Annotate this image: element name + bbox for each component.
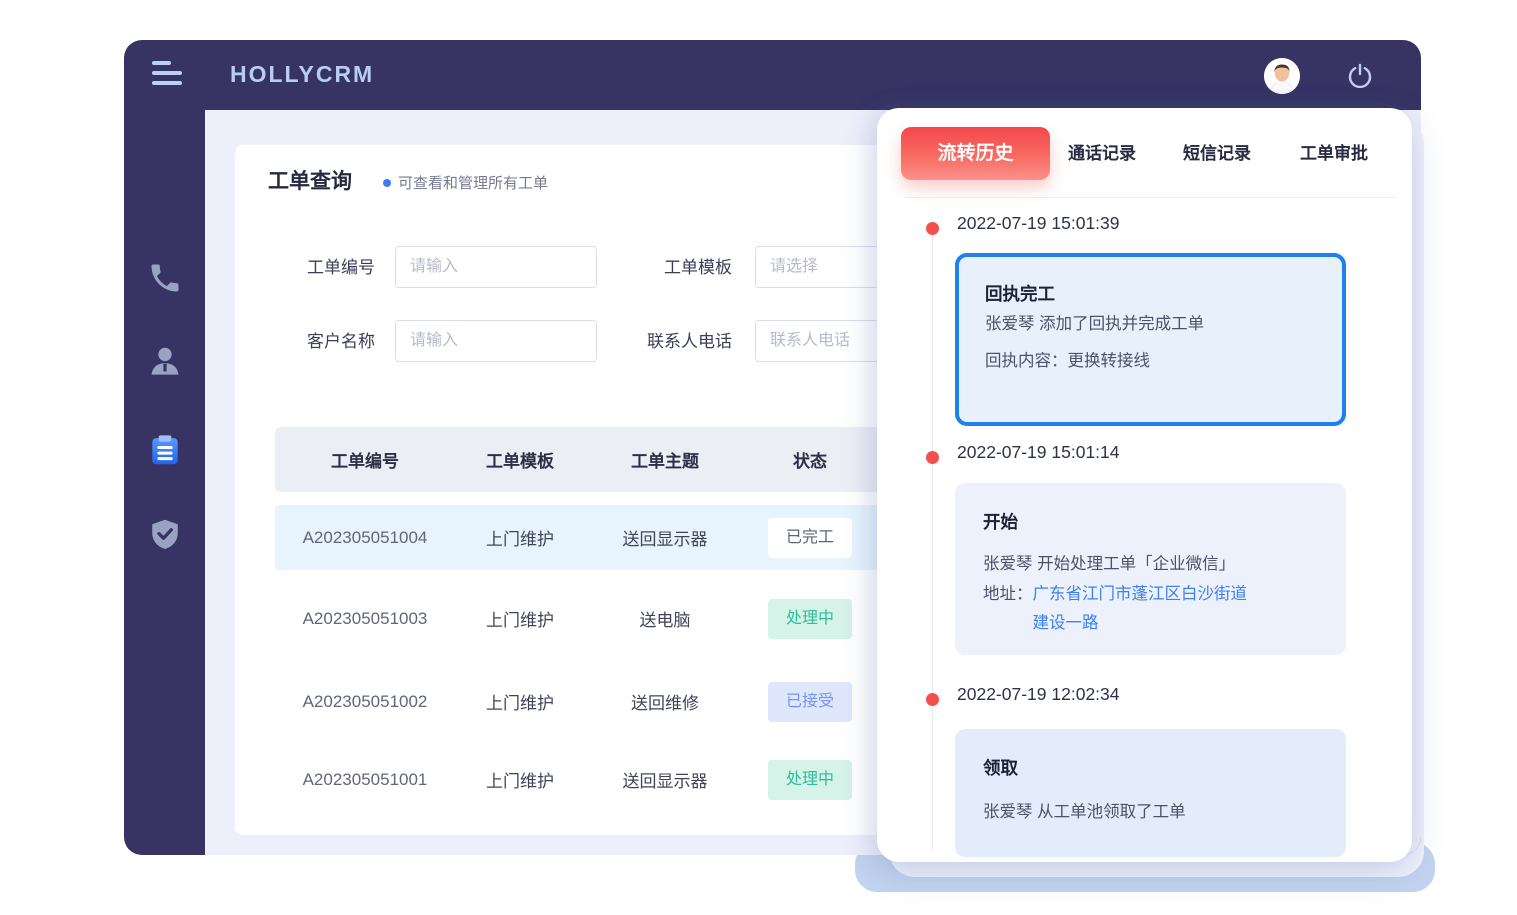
app-logo: HOLLYCRM (230, 61, 374, 88)
page-subtitle: 可查看和管理所有工单 (398, 172, 548, 193)
timeline-card-claim[interactable]: 领取 张爱琴 从工单池领取了工单 (955, 729, 1346, 857)
phone-icon (147, 260, 183, 296)
work-order-icon (146, 431, 184, 469)
timeline-card-address: 地址： 广东省江门市蓬江区白沙街道 建设一路 (983, 580, 1318, 638)
sidebar-item-contacts[interactable] (124, 338, 205, 386)
filter-label-order-id: 工单编号 (235, 246, 375, 290)
timeline-card-start[interactable]: 开始 张爱琴 开始处理工单「企业微信」 地址： 广东省江门市蓬江区白沙街道 建设… (955, 483, 1346, 655)
timeline-card-receipt-complete[interactable]: 回执完工 张爱琴 添加了回执并完成工单 回执内容：更换转接线 (955, 253, 1346, 426)
timeline-dot-icon (926, 451, 939, 464)
user-avatar[interactable] (1264, 58, 1300, 94)
timeline-card-title: 开始 (983, 509, 1318, 534)
sidebar-item-phone[interactable] (124, 254, 205, 302)
tab-order-approval[interactable]: 工单审批 (1300, 127, 1368, 180)
tab-flow-history[interactable]: 流转历史 (901, 127, 1050, 180)
col-header-status: 状态 (745, 447, 875, 472)
timeline-card-line: 张爱琴 从工单池领取了工单 (983, 796, 1318, 828)
security-shield-icon (147, 516, 183, 552)
timeline-card-title: 回执完工 (985, 281, 1316, 306)
page-title: 工单查询 (268, 165, 352, 195)
timeline-card-line: 回执内容：更换转接线 (985, 343, 1316, 380)
tab-sms-records[interactable]: 短信记录 (1183, 127, 1251, 180)
tab-call-records[interactable]: 通话记录 (1068, 127, 1136, 180)
status-badge: 处理中 (768, 760, 852, 800)
detail-panel: 流转历史 通话记录 短信记录 工单审批 2022-07-19 15:01:39 … (877, 108, 1412, 862)
sidebar-item-work-orders[interactable] (124, 426, 205, 474)
status-badge: 处理中 (768, 599, 852, 639)
hamburger-menu-icon[interactable] (152, 61, 186, 89)
sidebar-item-security[interactable] (124, 510, 205, 558)
col-header-subject: 工单主题 (585, 447, 745, 472)
timeline-dot-icon (926, 222, 939, 235)
contacts-icon (146, 343, 184, 381)
filter-label-customer: 客户名称 (235, 320, 375, 364)
status-badge: 已完工 (768, 518, 852, 558)
sidebar (124, 110, 205, 855)
timeline-line (932, 230, 933, 850)
power-logout-icon[interactable] (1346, 62, 1374, 90)
timeline-timestamp: 2022-07-19 15:01:39 (957, 213, 1120, 234)
timeline-timestamp: 2022-07-19 12:02:34 (957, 684, 1120, 705)
filter-label-template: 工单模板 (545, 246, 732, 290)
col-header-order-id: 工单编号 (275, 447, 455, 472)
timeline-timestamp: 2022-07-19 15:01:14 (957, 442, 1120, 463)
col-header-template: 工单模板 (455, 447, 585, 472)
filter-label-contact-phone: 联系人电话 (545, 320, 732, 364)
status-badge: 已接受 (768, 682, 852, 722)
address-label: 地址： (983, 580, 1033, 638)
top-bar: HOLLYCRM (124, 40, 1421, 110)
timeline-card-title: 领取 (983, 755, 1318, 780)
timeline-card-line: 张爱琴 添加了回执并完成工单 (985, 306, 1316, 343)
address-link[interactable]: 广东省江门市蓬江区白沙街道 建设一路 (1033, 580, 1248, 638)
timeline-card-line: 张爱琴 开始处理工单「企业微信」 (983, 548, 1318, 580)
timeline-dot-icon (926, 693, 939, 706)
tab-divider (905, 197, 1396, 198)
subtitle-dot-icon (383, 179, 391, 187)
